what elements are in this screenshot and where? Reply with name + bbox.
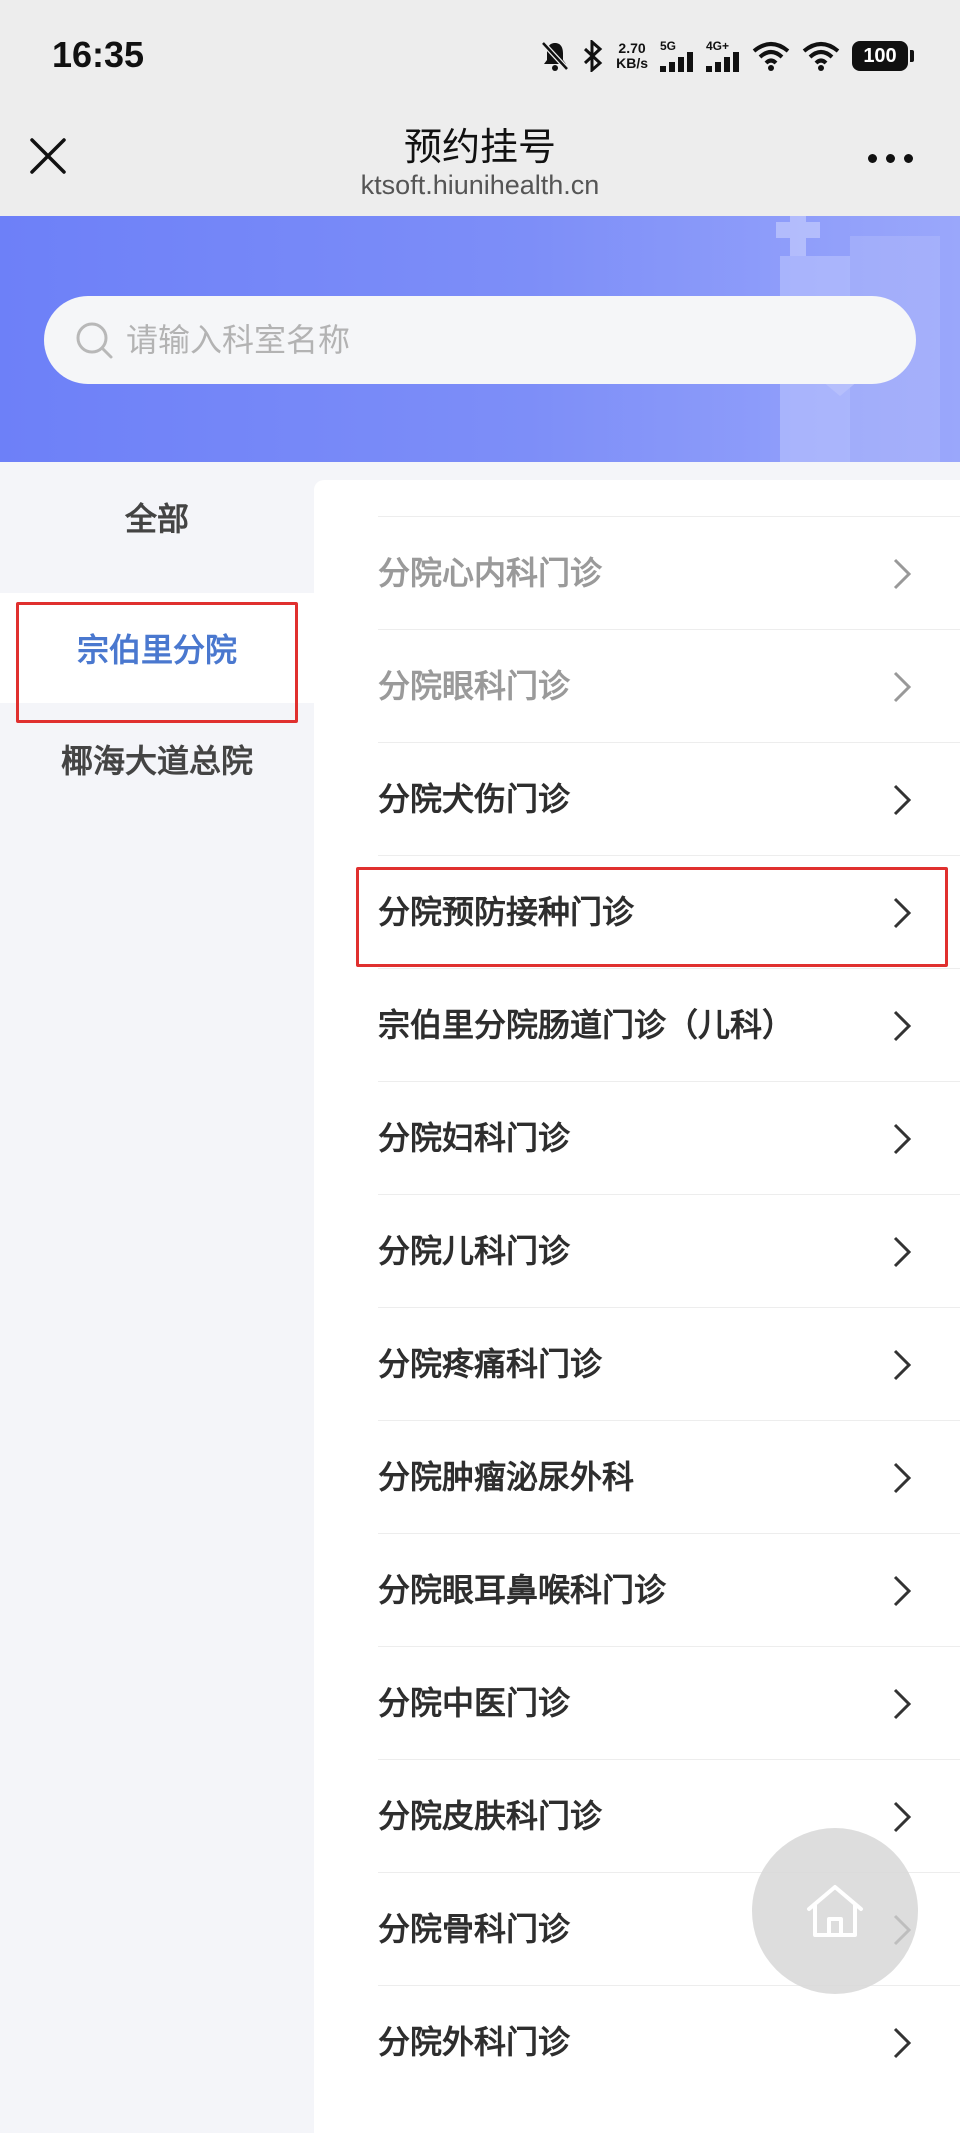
department-item[interactable]: 分院眼耳鼻喉科门诊 bbox=[378, 1533, 960, 1646]
chevron-right-icon bbox=[893, 784, 912, 816]
chevron-right-icon bbox=[893, 1123, 912, 1155]
department-label: 分院骨科门诊 bbox=[378, 1910, 571, 1948]
sidebar-item-label: 椰海大道总院 bbox=[60, 742, 253, 780]
sidebar-item-label: 全部 bbox=[124, 500, 189, 538]
department-item[interactable]: 分院外科门诊 bbox=[378, 1985, 960, 2098]
bluetooth-icon bbox=[584, 40, 603, 72]
wifi-icon bbox=[802, 42, 840, 71]
department-label: 分院预防接种门诊 bbox=[378, 893, 635, 931]
branch-sidebar: 全部 宗伯里分院 椰海大道总院 bbox=[0, 462, 314, 2133]
header-banner bbox=[0, 216, 960, 462]
chevron-right-icon bbox=[893, 897, 912, 929]
department-label: 分院疼痛科门诊 bbox=[378, 1345, 603, 1383]
chevron-right-icon bbox=[893, 1575, 912, 1607]
department-item[interactable]: 分院中医门诊 bbox=[378, 1646, 960, 1759]
page-url: ktsoft.hiunihealth.cn bbox=[360, 170, 600, 200]
net-speed: 2.70 KB/s bbox=[616, 41, 648, 71]
battery-indicator: 100 bbox=[852, 41, 914, 71]
net-speed-value: 2.70 bbox=[618, 40, 646, 56]
sidebar-item-label: 宗伯里分院 bbox=[76, 631, 237, 669]
department-item[interactable]: 分院妇科门诊 bbox=[378, 1081, 960, 1194]
department-label: 分院肿瘤泌尿外科 bbox=[378, 1458, 635, 1496]
department-label: 分院皮肤科门诊 bbox=[378, 1797, 603, 1835]
department-item[interactable]: 分院疼痛科门诊 bbox=[378, 1307, 960, 1420]
department-label: 分院眼科门诊 bbox=[378, 667, 571, 705]
search-icon bbox=[76, 322, 113, 359]
chevron-right-icon bbox=[893, 1688, 912, 1720]
net-speed-unit: KB/s bbox=[616, 55, 648, 71]
more-dot bbox=[868, 153, 877, 163]
department-label: 分院眼耳鼻喉科门诊 bbox=[378, 1571, 667, 1609]
network-type-1: 5G bbox=[660, 39, 677, 53]
page-title: 预约挂号 bbox=[403, 125, 556, 169]
signal-bars-icon bbox=[706, 52, 739, 72]
status-icons: 2.70 KB/s 5G 4G+ 100 bbox=[540, 36, 914, 76]
signal-bars-icon bbox=[660, 52, 693, 72]
department-label: 分院犬伤门诊 bbox=[378, 780, 571, 818]
signal-2: 4G+ bbox=[706, 40, 740, 72]
department-label: 宗伯里分院肠道门诊（儿科） bbox=[378, 1006, 795, 1044]
sidebar-item-all[interactable]: 全部 bbox=[0, 462, 314, 572]
chevron-right-icon bbox=[893, 1349, 912, 1381]
signal-1: 5G bbox=[660, 40, 694, 72]
chevron-right-icon bbox=[893, 1010, 912, 1042]
sidebar-item-yehai-main-hospital[interactable]: 椰海大道总院 bbox=[0, 704, 314, 814]
chevron-right-icon bbox=[893, 2027, 912, 2059]
more-dot bbox=[904, 153, 913, 163]
department-item[interactable]: 分院眼科门诊 bbox=[378, 629, 960, 742]
department-label: 分院妇科门诊 bbox=[378, 1119, 571, 1157]
status-bar: 16:35 2.70 KB/s 5G 4G+ 100 bbox=[0, 0, 960, 112]
department-item[interactable]: 分院犬伤门诊 bbox=[378, 742, 960, 855]
status-time: 16:35 bbox=[52, 34, 145, 75]
more-dot bbox=[886, 153, 895, 163]
department-item[interactable]: 分院儿科门诊 bbox=[378, 1194, 960, 1307]
title-bar: 预约挂号 ktsoft.hiunihealth.cn bbox=[0, 112, 960, 216]
sidebar-item-zongboli-branch[interactable]: 宗伯里分院 bbox=[0, 593, 314, 703]
department-item[interactable]: 分院预防接种门诊 bbox=[378, 855, 960, 968]
chevron-right-icon bbox=[893, 558, 912, 590]
department-label: 分院心内科门诊 bbox=[378, 554, 603, 592]
department-label: 分院儿科门诊 bbox=[378, 1232, 571, 1270]
more-icon[interactable] bbox=[868, 148, 924, 168]
chevron-right-icon bbox=[893, 1462, 912, 1494]
department-label: 分院外科门诊 bbox=[378, 2023, 571, 2061]
chevron-right-icon bbox=[893, 1801, 912, 1833]
department-item[interactable]: 分院肿瘤泌尿外科 bbox=[378, 1420, 960, 1533]
home-button[interactable] bbox=[752, 1828, 918, 1994]
search-bar[interactable] bbox=[44, 296, 916, 384]
department-label: 分院中医门诊 bbox=[378, 1684, 571, 1722]
chevron-right-icon bbox=[893, 1236, 912, 1268]
home-icon bbox=[807, 1885, 863, 1937]
network-type-2: 4G+ bbox=[706, 39, 730, 53]
mute-bell-icon bbox=[541, 41, 569, 71]
department-item[interactable]: 宗伯里分院肠道门诊（儿科） bbox=[378, 968, 960, 1081]
wifi-icon bbox=[752, 42, 790, 71]
chevron-right-icon bbox=[893, 671, 912, 703]
search-input[interactable] bbox=[126, 321, 886, 359]
department-item[interactable]: 分院心内科门诊 bbox=[378, 516, 960, 629]
